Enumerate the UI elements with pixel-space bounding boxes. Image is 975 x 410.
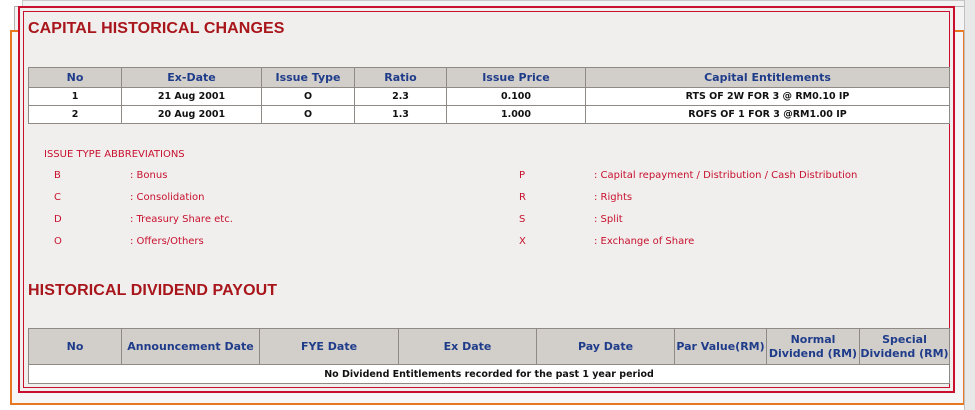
column-header-pay-date: Pay Date: [536, 328, 675, 365]
column-header-ratio: Ratio: [354, 67, 447, 88]
header-line: Normal: [790, 332, 836, 346]
cell-capital-entitlement: RTS OF 2W FOR 3 @ RM0.10 IP: [585, 87, 950, 106]
window-edge: [964, 0, 975, 410]
table-header-row: No Ex-Date Issue Type Ratio Issue Price …: [28, 67, 950, 88]
column-header-ex-date: Ex Date: [398, 328, 537, 365]
column-header-no: No: [28, 328, 122, 365]
column-header-announcement-date: Announcement Date: [121, 328, 260, 365]
cell-ex-date: 21 Aug 2001: [121, 87, 262, 106]
cell-issue-price: 0.100: [446, 87, 586, 106]
abbr-code: P: [519, 170, 526, 181]
column-header-capital-entitlements: Capital Entitlements: [585, 67, 950, 88]
header-line: Dividend (RM): [768, 346, 858, 360]
column-header-par-value: Par Value(RM): [674, 328, 767, 365]
dividend-payout-table: No Announcement Date FYE Date Ex Date Pa…: [28, 328, 950, 384]
table-row: No Dividend Entitlements recorded for th…: [28, 364, 950, 384]
abbr-description: : Exchange of Share: [594, 236, 695, 247]
cell-ex-date: 20 Aug 2001: [121, 105, 262, 124]
cell-issue-type: O: [261, 105, 355, 124]
abbr-description: : Rights: [594, 192, 633, 203]
abbr-code: S: [519, 214, 526, 225]
header-line: Special: [882, 332, 927, 346]
cell-no: 1: [28, 87, 122, 106]
abbr-code: D: [54, 214, 62, 225]
table-header-row: No Announcement Date FYE Date Ex Date Pa…: [28, 328, 950, 365]
abbr-description: : Split: [594, 214, 623, 225]
header-line: Dividend (RM): [860, 346, 949, 360]
table-row: 2 20 Aug 2001 O 1.3 1.000 ROFS OF 1 FOR …: [28, 105, 950, 124]
cell-ratio: 2.3: [354, 87, 447, 106]
abbreviations-title: ISSUE TYPE ABBREVIATIONS: [44, 149, 185, 160]
abbr-code: X: [519, 236, 526, 247]
cell-ratio: 1.3: [354, 105, 447, 124]
column-header-fye-date: FYE Date: [259, 328, 399, 365]
column-header-issue-price: Issue Price: [446, 67, 586, 88]
cell-issue-type: O: [261, 87, 355, 106]
abbr-description: : Consolidation: [130, 192, 205, 203]
abbr-description: : Bonus: [130, 170, 168, 181]
column-header-no: No: [28, 67, 122, 88]
abbr-code: O: [54, 236, 62, 247]
cell-issue-price: 1.000: [446, 105, 586, 124]
column-header-ex-date: Ex-Date: [121, 67, 262, 88]
cell-capital-entitlement: ROFS OF 1 FOR 3 @RM1.00 IP: [585, 105, 950, 124]
capital-changes-table: No Ex-Date Issue Type Ratio Issue Price …: [28, 67, 950, 124]
column-header-normal-dividend: Normal Dividend (RM): [766, 328, 860, 365]
abbr-description: : Capital repayment / Distribution / Cas…: [594, 170, 858, 181]
abbr-code: R: [519, 192, 526, 203]
cell-no: 2: [28, 105, 122, 124]
dividend-section-title: HISTORICAL DIVIDEND PAYOUT: [28, 282, 278, 299]
table-row: 1 21 Aug 2001 O 2.3 0.100 RTS OF 2W FOR …: [28, 87, 950, 106]
abbr-code: B: [54, 170, 61, 181]
abbr-code: C: [54, 192, 61, 203]
abbr-description: : Treasury Share etc.: [130, 214, 233, 225]
column-header-special-dividend: Special Dividend (RM): [859, 328, 950, 365]
abbr-description: : Offers/Others: [130, 236, 204, 247]
empty-dividend-message: No Dividend Entitlements recorded for th…: [28, 364, 950, 384]
column-header-issue-type: Issue Type: [261, 67, 355, 88]
capital-section-title: CAPITAL HISTORICAL CHANGES: [28, 20, 285, 37]
